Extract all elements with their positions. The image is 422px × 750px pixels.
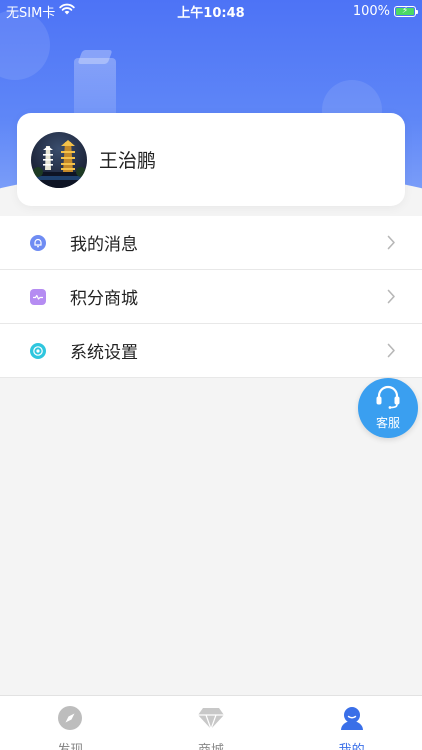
user-name: 王治鹏 xyxy=(99,150,157,172)
tab-mall[interactable]: 商城 xyxy=(141,696,282,750)
menu-item-points-mall[interactable]: 积分商城 xyxy=(0,270,422,324)
points-card-icon xyxy=(30,288,46,305)
customer-service-button[interactable]: 客服 xyxy=(358,378,418,438)
menu-list: 我的消息 积分商城 系统设置 xyxy=(0,216,422,378)
wifi-icon xyxy=(59,3,76,19)
diamond-icon xyxy=(197,705,225,735)
menu-item-label: 系统设置 xyxy=(70,343,138,363)
customer-service-label: 客服 xyxy=(375,416,400,430)
tab-label: 商城 xyxy=(198,739,224,750)
user-icon xyxy=(339,705,365,735)
tab-discover[interactable]: 发现 xyxy=(0,696,141,750)
tab-bar: 发现 商城 我的 xyxy=(0,695,422,750)
chevron-right-icon xyxy=(387,343,396,362)
status-bar: 无SIM卡 上午10:48 100% ⚡ xyxy=(0,0,422,22)
tab-label: 发现 xyxy=(57,739,83,750)
chevron-right-icon xyxy=(387,289,396,308)
menu-item-settings[interactable]: 系统设置 xyxy=(0,324,422,378)
menu-item-label: 积分商城 xyxy=(70,289,138,309)
headset-icon xyxy=(374,385,402,413)
chevron-right-icon xyxy=(387,235,396,254)
message-bell-icon xyxy=(30,234,46,251)
battery-percent: 100% xyxy=(352,3,390,19)
carrier-label: 无SIM卡 xyxy=(6,5,56,21)
menu-item-label: 我的消息 xyxy=(70,235,138,255)
compass-icon xyxy=(57,705,83,735)
avatar[interactable] xyxy=(31,131,87,188)
tab-label: 我的 xyxy=(339,739,365,750)
battery-icon: ⚡ xyxy=(394,5,418,17)
menu-item-messages[interactable]: 我的消息 xyxy=(0,216,422,270)
pagoda-photo-icon xyxy=(31,139,87,188)
profile-card[interactable]: 王治鹏 xyxy=(17,113,405,206)
status-left: 无SIM卡 xyxy=(6,2,76,21)
settings-gear-icon xyxy=(30,342,46,359)
tab-mine[interactable]: 我的 xyxy=(281,696,422,750)
status-right: 100% ⚡ xyxy=(352,3,418,19)
